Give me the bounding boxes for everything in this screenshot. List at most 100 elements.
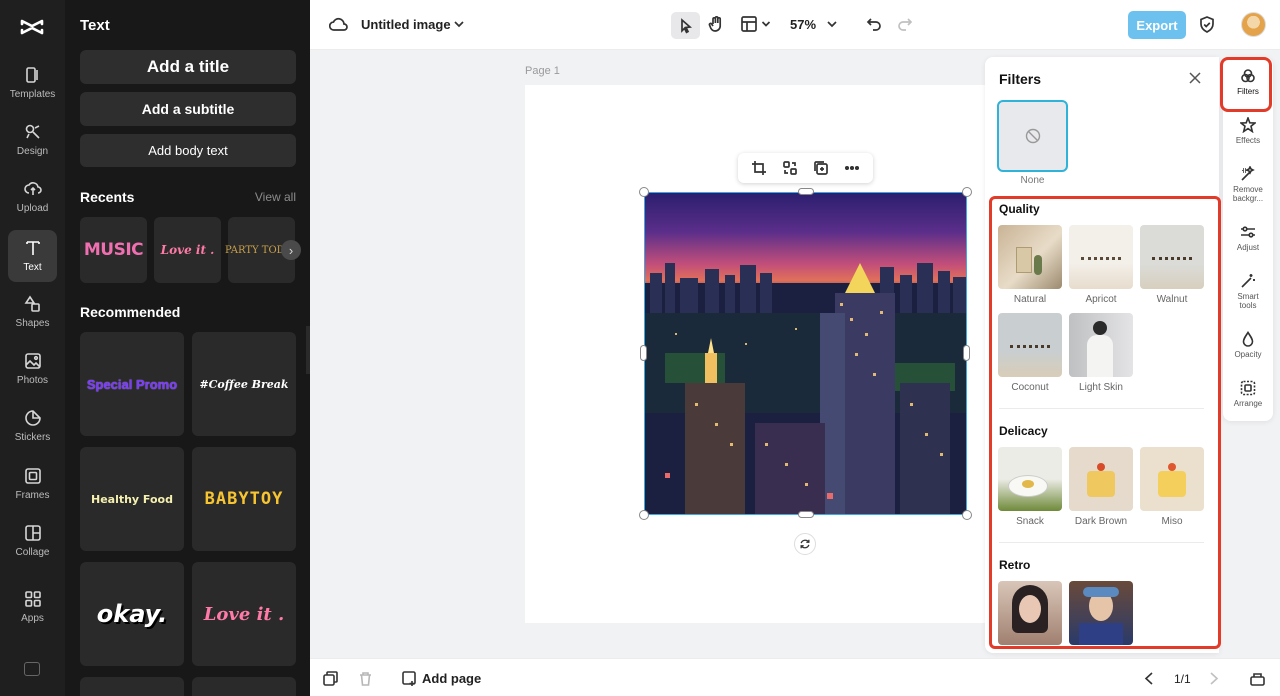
duplicate-icon[interactable]: [813, 160, 829, 176]
flip-icon[interactable]: [782, 160, 798, 176]
filter-label: Snack: [1016, 516, 1044, 527]
add-subtitle-button[interactable]: Add a subtitle: [80, 92, 296, 126]
filter-tile-dark-brown[interactable]: [1069, 447, 1133, 511]
filter-label: Natural: [1013, 294, 1047, 305]
rail-item-smart-tools[interactable]: Smart tools: [1223, 273, 1273, 310]
rail-label: Arrange: [1233, 399, 1263, 408]
close-icon[interactable]: [1188, 71, 1202, 85]
food-decor: [1022, 480, 1034, 488]
keyboard-shortcuts-icon[interactable]: [24, 662, 40, 676]
resize-handle-top-left[interactable]: [639, 187, 649, 197]
recent-text-style[interactable]: MUSIC: [80, 217, 147, 283]
hand-tool-icon[interactable]: [707, 15, 725, 33]
add-body-text-button[interactable]: Add body text: [80, 134, 296, 167]
text-icon: [25, 241, 40, 255]
filter-label: Dark Brown: [1074, 516, 1128, 527]
undo-icon[interactable]: [866, 16, 882, 32]
rail-item-stickers[interactable]: Stickers: [0, 400, 65, 452]
select-tool-button[interactable]: [671, 12, 700, 39]
recommended-text-style[interactable]: Love it .: [192, 562, 296, 666]
resize-handle-bottom[interactable]: [798, 511, 814, 518]
resize-handle-bottom-left[interactable]: [639, 510, 649, 520]
recommended-text-style[interactable]: [80, 677, 184, 696]
rail-item-filters[interactable]: Filters: [1223, 68, 1273, 96]
more-options-icon[interactable]: [844, 160, 860, 176]
recommended-text-style[interactable]: BABYTOY: [192, 447, 296, 551]
resize-handle-top[interactable]: [798, 188, 814, 195]
rotate-handle[interactable]: [794, 533, 816, 555]
rail-item-apps[interactable]: Apps: [0, 581, 65, 633]
rail-label: Opacity: [1234, 350, 1262, 359]
rail-label: Filters: [1237, 87, 1259, 96]
filter-none-tile[interactable]: [997, 100, 1068, 172]
filter-tile-miso[interactable]: [1140, 447, 1204, 511]
app-window: Templates Design Upload Text Shapes Phot…: [0, 0, 1280, 696]
add-title-button[interactable]: Add a title: [80, 50, 296, 84]
rail-item-frames[interactable]: Frames: [0, 458, 65, 510]
add-page-icon[interactable]: [402, 671, 417, 686]
view-all-link[interactable]: View all: [255, 190, 296, 204]
filter-tile-coconut[interactable]: [998, 313, 1062, 377]
rail-label: Shapes: [15, 318, 50, 329]
filter-tile-retro-2[interactable]: [1069, 581, 1133, 645]
previous-page-icon[interactable]: [1142, 671, 1157, 686]
rail-item-templates[interactable]: Templates: [0, 57, 65, 109]
layout-icon[interactable]: [740, 15, 758, 33]
recommended-text-style[interactable]: #Coffee Break: [192, 332, 296, 436]
recommended-text-style[interactable]: Healthy Food: [80, 447, 184, 551]
city-night-photo: [645, 193, 966, 514]
rail-item-shapes[interactable]: Shapes: [0, 286, 65, 338]
page-manager-icon[interactable]: [1250, 671, 1265, 686]
rail-item-adjust[interactable]: Adjust: [1223, 224, 1273, 252]
filter-tile-retro-1[interactable]: [998, 581, 1062, 645]
recommended-text-style[interactable]: [192, 677, 296, 696]
filter-tile-walnut[interactable]: [1140, 225, 1204, 289]
rail-item-opacity[interactable]: Opacity: [1223, 331, 1273, 359]
cloud-save-icon[interactable]: [329, 16, 348, 33]
zoom-level[interactable]: 57%: [790, 17, 816, 32]
layout-chevron-down-icon[interactable]: [761, 19, 771, 29]
filter-tile-light-skin[interactable]: [1069, 313, 1133, 377]
rail-item-effects[interactable]: Effects: [1223, 117, 1273, 145]
chevron-down-icon[interactable]: [453, 18, 465, 30]
rail-item-collage[interactable]: Collage: [0, 515, 65, 567]
rail-item-design[interactable]: Design: [0, 114, 65, 166]
rail-label: Remove backgr...: [1232, 185, 1264, 203]
rail-item-text[interactable]: Text: [8, 230, 57, 282]
document-title[interactable]: Untitled image: [361, 17, 451, 32]
shield-icon[interactable]: [1199, 16, 1215, 33]
arrange-icon: [1240, 380, 1256, 396]
rail-item-upload[interactable]: Upload: [0, 171, 65, 223]
recommended-text-style[interactable]: Special Promo: [80, 332, 184, 436]
resize-handle-top-right[interactable]: [962, 187, 972, 197]
crop-icon[interactable]: [751, 160, 767, 176]
palm-trees-decor: [1152, 257, 1192, 267]
cake-decor: [1087, 471, 1115, 497]
resize-handle-left[interactable]: [640, 345, 647, 361]
filter-tile-apricot[interactable]: [1069, 225, 1133, 289]
next-page-icon[interactable]: [1206, 671, 1221, 686]
resize-handle-right[interactable]: [963, 345, 970, 361]
filter-section-delicacy: Delicacy: [999, 424, 1048, 438]
filter-tile-natural[interactable]: [998, 225, 1062, 289]
user-avatar[interactable]: [1241, 12, 1266, 37]
layers-icon[interactable]: [323, 671, 338, 686]
recent-text-style[interactable]: Love it .: [154, 217, 221, 283]
filter-section-retro: Retro: [999, 558, 1031, 572]
delete-icon[interactable]: [358, 671, 373, 686]
capcut-logo-icon[interactable]: [18, 13, 46, 41]
page-label: Page 1: [525, 65, 560, 77]
add-page-button[interactable]: Add page: [422, 671, 481, 686]
redo-icon[interactable]: [897, 16, 913, 32]
export-button[interactable]: Export: [1128, 11, 1186, 39]
zoom-chevron-down-icon[interactable]: [826, 18, 838, 30]
apps-icon: [24, 591, 41, 607]
rail-item-arrange[interactable]: Arrange: [1223, 380, 1273, 408]
rail-item-remove-background[interactable]: Remove backgr...: [1223, 166, 1273, 203]
filter-tile-snack[interactable]: [998, 447, 1062, 511]
rail-item-photos[interactable]: Photos: [0, 343, 65, 395]
selected-city-image[interactable]: [644, 192, 967, 515]
resize-handle-bottom-right[interactable]: [962, 510, 972, 520]
recommended-text-style[interactable]: okay.: [80, 562, 184, 666]
recents-next-arrow-icon[interactable]: ›: [281, 240, 301, 260]
